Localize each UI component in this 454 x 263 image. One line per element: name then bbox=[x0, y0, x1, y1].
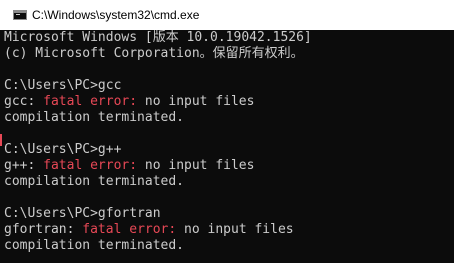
console-line: g++: fatal error: no input files bbox=[4, 158, 255, 173]
console-line: (c) Microsoft Corporation。保留所有权利。 bbox=[4, 46, 304, 61]
error-label: fatal error: bbox=[43, 94, 138, 109]
console-line: gcc: fatal error: no input files bbox=[4, 94, 255, 109]
error-label: fatal error: bbox=[43, 158, 138, 173]
window-title: C:\Windows\system32\cmd.exe bbox=[32, 8, 200, 22]
error-label: fatal error: bbox=[82, 222, 177, 237]
console-window-icon[interactable] bbox=[13, 10, 27, 20]
console-line: gfortran: fatal error: no input files bbox=[4, 222, 294, 237]
console-line: C:\Users\PC>gcc bbox=[4, 78, 122, 93]
console-line: Microsoft Windows [版本 10.0.19042.1526] bbox=[4, 30, 312, 45]
console-line: compilation terminated. bbox=[4, 110, 185, 125]
title-bar[interactable]: C:\Windows\system32\cmd.exe bbox=[0, 0, 454, 30]
console-line: C:\Users\PC>g++ bbox=[4, 142, 122, 157]
console-line: C:\Users\PC>gfortran bbox=[4, 206, 161, 221]
console-line: compilation terminated. bbox=[4, 238, 185, 253]
console-output[interactable]: Microsoft Windows [版本 10.0.19042.1526] (… bbox=[0, 30, 454, 263]
cmd-window: C:\Windows\system32\cmd.exe Microsoft Wi… bbox=[0, 0, 454, 263]
console-line: compilation terminated. bbox=[4, 174, 185, 189]
